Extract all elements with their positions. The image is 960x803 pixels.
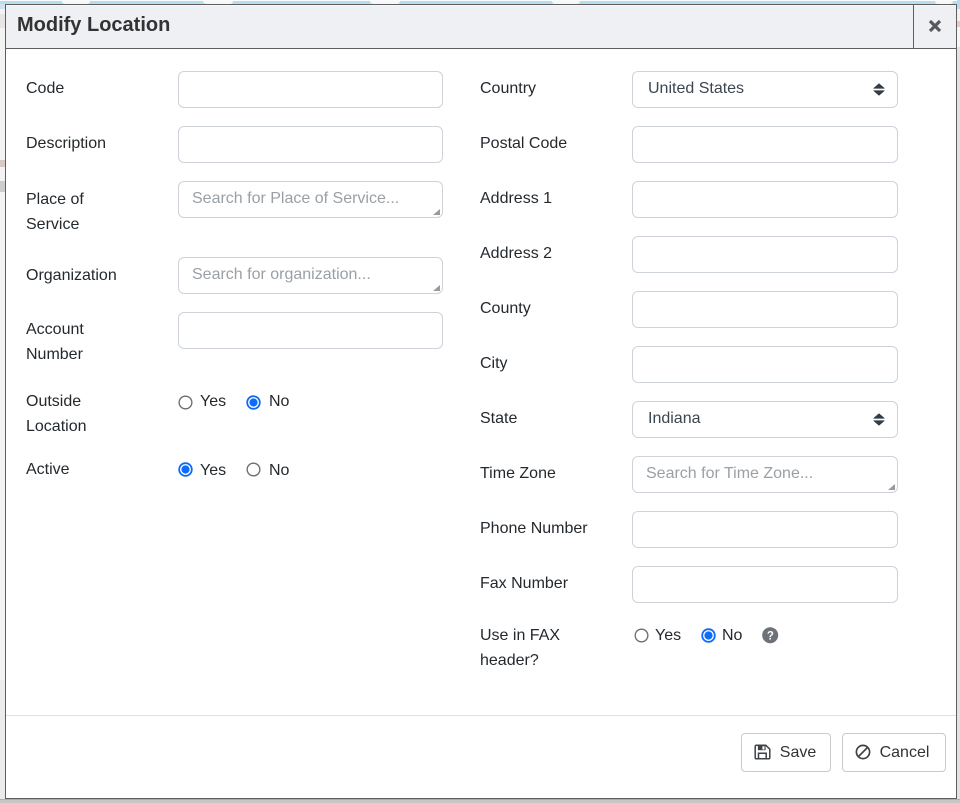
svg-text:?: ? xyxy=(767,630,774,642)
